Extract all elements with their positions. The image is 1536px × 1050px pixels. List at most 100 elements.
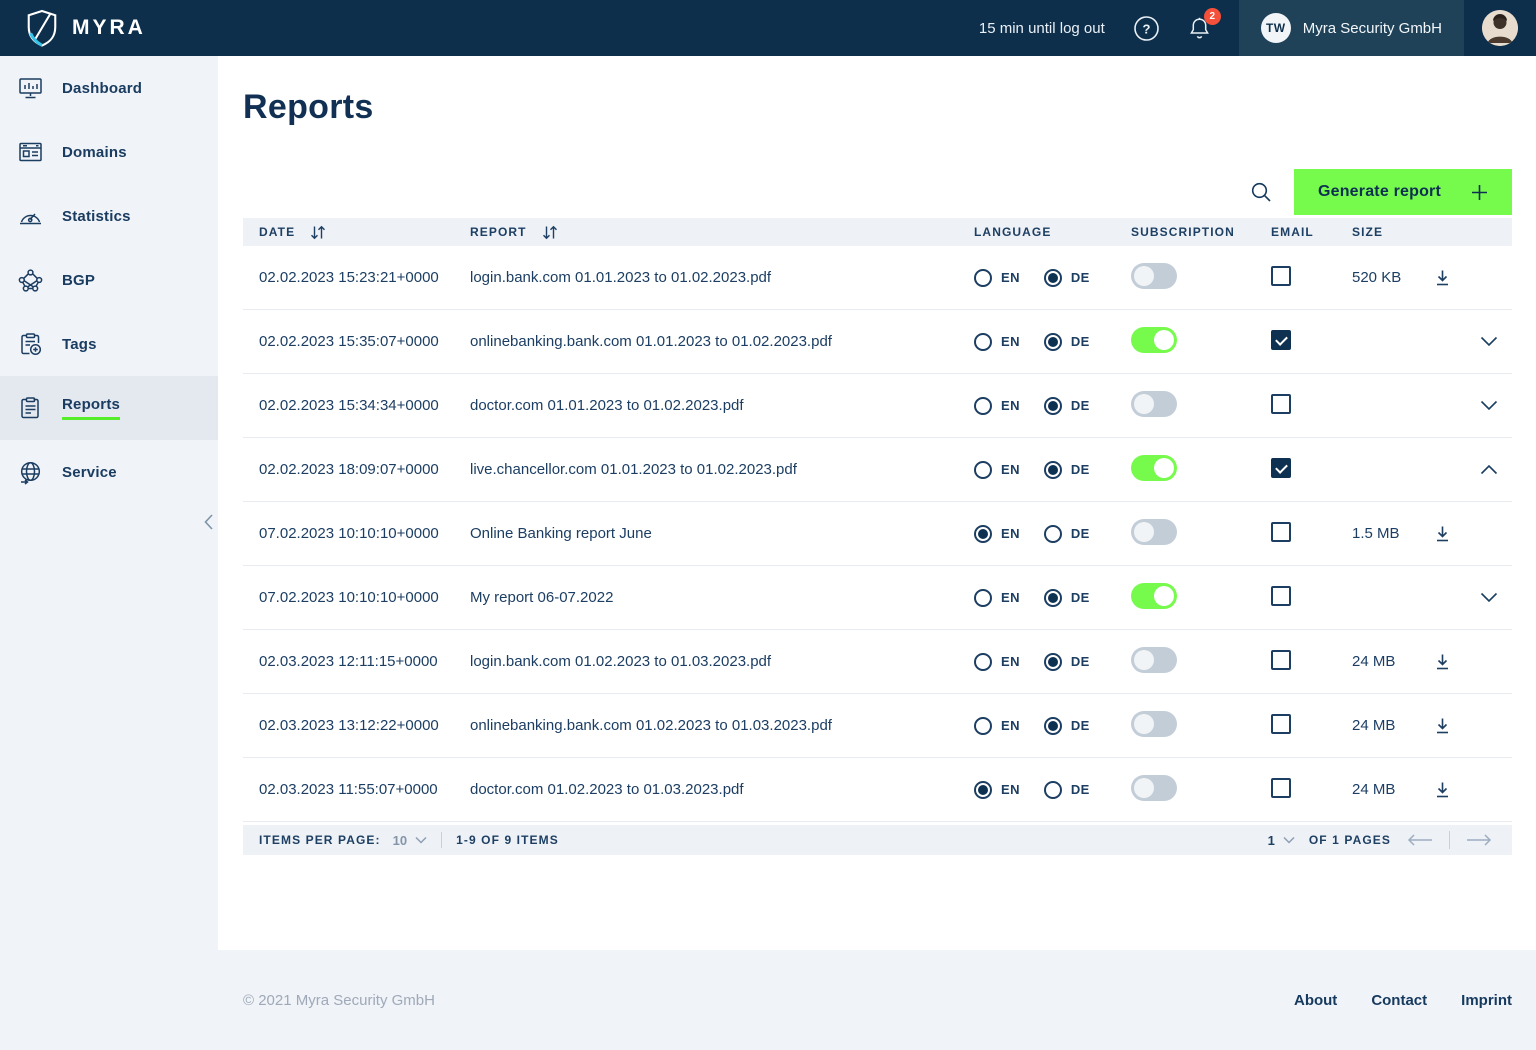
radio-en[interactable]: [974, 589, 992, 607]
subscription-toggle[interactable]: [1131, 711, 1177, 737]
language-option-de[interactable]: DE: [1044, 589, 1090, 607]
language-option-de[interactable]: DE: [1044, 525, 1090, 543]
table-row: 02.02.2023 18:09:07+0000 live.chancellor…: [243, 438, 1512, 502]
generate-report-button[interactable]: Generate report: [1294, 169, 1512, 215]
chevron-down-icon: [415, 836, 427, 844]
items-per-page-select[interactable]: 10: [393, 833, 427, 848]
radio-en[interactable]: [974, 781, 992, 799]
sidebar-item-service[interactable]: Service: [0, 440, 218, 504]
email-checkbox[interactable]: [1271, 714, 1291, 734]
language-option-en[interactable]: EN: [974, 589, 1020, 607]
brand-text: MYRA: [72, 16, 146, 40]
radio-de[interactable]: [1044, 269, 1062, 287]
language-option-de[interactable]: DE: [1044, 397, 1090, 415]
radio-en[interactable]: [974, 525, 992, 543]
radio-de[interactable]: [1044, 589, 1062, 607]
radio-en[interactable]: [974, 269, 992, 287]
subscription-toggle[interactable]: [1131, 647, 1177, 673]
radio-en[interactable]: [974, 717, 992, 735]
sidebar-item-dashboard[interactable]: Dashboard: [0, 56, 218, 120]
radio-de[interactable]: [1044, 653, 1062, 671]
radio-de[interactable]: [1044, 525, 1062, 543]
radio-en[interactable]: [974, 397, 992, 415]
radio-en[interactable]: [974, 333, 992, 351]
svg-text:?: ?: [1142, 21, 1150, 36]
download-icon[interactable]: [1433, 652, 1452, 671]
user-menu[interactable]: [1464, 0, 1536, 56]
email-checkbox[interactable]: [1271, 330, 1291, 350]
main-panel: Reports Generate report DATE: [218, 56, 1536, 950]
language-option-de[interactable]: DE: [1044, 333, 1090, 351]
subscription-toggle[interactable]: [1131, 391, 1177, 417]
radio-de[interactable]: [1044, 781, 1062, 799]
service-icon: [17, 459, 44, 486]
sidebar-item-tags[interactable]: Tags: [0, 312, 218, 376]
tenant-switcher[interactable]: TW Myra Security GmbH: [1239, 0, 1464, 56]
myra-logo[interactable]: MYRA: [24, 9, 146, 47]
search-button[interactable]: [1251, 182, 1272, 203]
download-icon[interactable]: [1433, 780, 1452, 799]
language-option-en[interactable]: EN: [974, 717, 1020, 735]
language-option-en[interactable]: EN: [974, 461, 1020, 479]
notifications-button[interactable]: 2: [1188, 16, 1211, 41]
sidebar: Dashboard DomainsStatisticsBGP Tags Reports…: [0, 56, 218, 950]
language-option-en[interactable]: EN: [974, 333, 1020, 351]
language-option-de[interactable]: DE: [1044, 461, 1090, 479]
radio-de[interactable]: [1044, 333, 1062, 351]
language-option-en[interactable]: EN: [974, 269, 1020, 287]
radio-de[interactable]: [1044, 717, 1062, 735]
language-option-en[interactable]: EN: [974, 397, 1020, 415]
subscription-toggle[interactable]: [1131, 775, 1177, 801]
sidebar-item-domains[interactable]: Domains: [0, 120, 218, 184]
download-icon[interactable]: [1433, 268, 1452, 287]
sort-report-button[interactable]: [541, 225, 559, 240]
language-option-de[interactable]: DE: [1044, 717, 1090, 735]
collapse-row-icon[interactable]: [1480, 464, 1498, 475]
subscription-toggle[interactable]: [1131, 327, 1177, 353]
expand-row-icon[interactable]: [1480, 400, 1498, 411]
help-button[interactable]: ?: [1133, 15, 1160, 42]
sidebar-item-reports[interactable]: Reports: [0, 376, 218, 440]
subscription-toggle[interactable]: [1131, 583, 1177, 609]
download-icon[interactable]: [1433, 524, 1452, 543]
sort-date-button[interactable]: [309, 225, 327, 240]
subscription-toggle[interactable]: [1131, 263, 1177, 289]
email-checkbox[interactable]: [1271, 650, 1291, 670]
footer-link-contact[interactable]: Contact: [1371, 992, 1427, 1009]
language-option-en[interactable]: EN: [974, 525, 1020, 543]
sidebar-item-label: Tags: [62, 336, 97, 353]
radio-en[interactable]: [974, 461, 992, 479]
download-icon[interactable]: [1433, 716, 1452, 735]
page-select[interactable]: 1: [1268, 833, 1295, 848]
expand-row-icon[interactable]: [1480, 336, 1498, 347]
email-checkbox[interactable]: [1271, 522, 1291, 542]
footer-link-imprint[interactable]: Imprint: [1461, 992, 1512, 1009]
language-option-en[interactable]: EN: [974, 781, 1020, 799]
previous-page-button[interactable]: [1407, 834, 1433, 846]
sidebar-item-statistics[interactable]: Statistics: [0, 184, 218, 248]
subscription-toggle[interactable]: [1131, 519, 1177, 545]
language-option-en[interactable]: EN: [974, 653, 1020, 671]
sidebar-collapse-button[interactable]: [199, 509, 218, 535]
items-per-page-label: ITEMS PER PAGE:: [259, 833, 381, 847]
radio-de[interactable]: [1044, 461, 1062, 479]
language-option-de[interactable]: DE: [1044, 781, 1090, 799]
language-option-de[interactable]: DE: [1044, 269, 1090, 287]
email-checkbox[interactable]: [1271, 586, 1291, 606]
footer-link-about[interactable]: About: [1294, 992, 1337, 1009]
email-checkbox[interactable]: [1271, 266, 1291, 286]
expand-row-icon[interactable]: [1480, 592, 1498, 603]
table-row: 02.03.2023 12:11:15+0000 login.bank.com …: [243, 630, 1512, 694]
email-checkbox[interactable]: [1271, 778, 1291, 798]
sort-icon: [541, 225, 559, 240]
next-page-button[interactable]: [1466, 834, 1492, 846]
email-checkbox[interactable]: [1271, 458, 1291, 478]
email-checkbox[interactable]: [1271, 394, 1291, 414]
report-name: login.bank.com 01.02.2023 to 01.03.2023.…: [470, 653, 974, 670]
sidebar-item-bgp[interactable]: BGP: [0, 248, 218, 312]
radio-de[interactable]: [1044, 397, 1062, 415]
sidebar-item-label: Dashboard: [62, 80, 142, 97]
subscription-toggle[interactable]: [1131, 455, 1177, 481]
radio-en[interactable]: [974, 653, 992, 671]
language-option-de[interactable]: DE: [1044, 653, 1090, 671]
